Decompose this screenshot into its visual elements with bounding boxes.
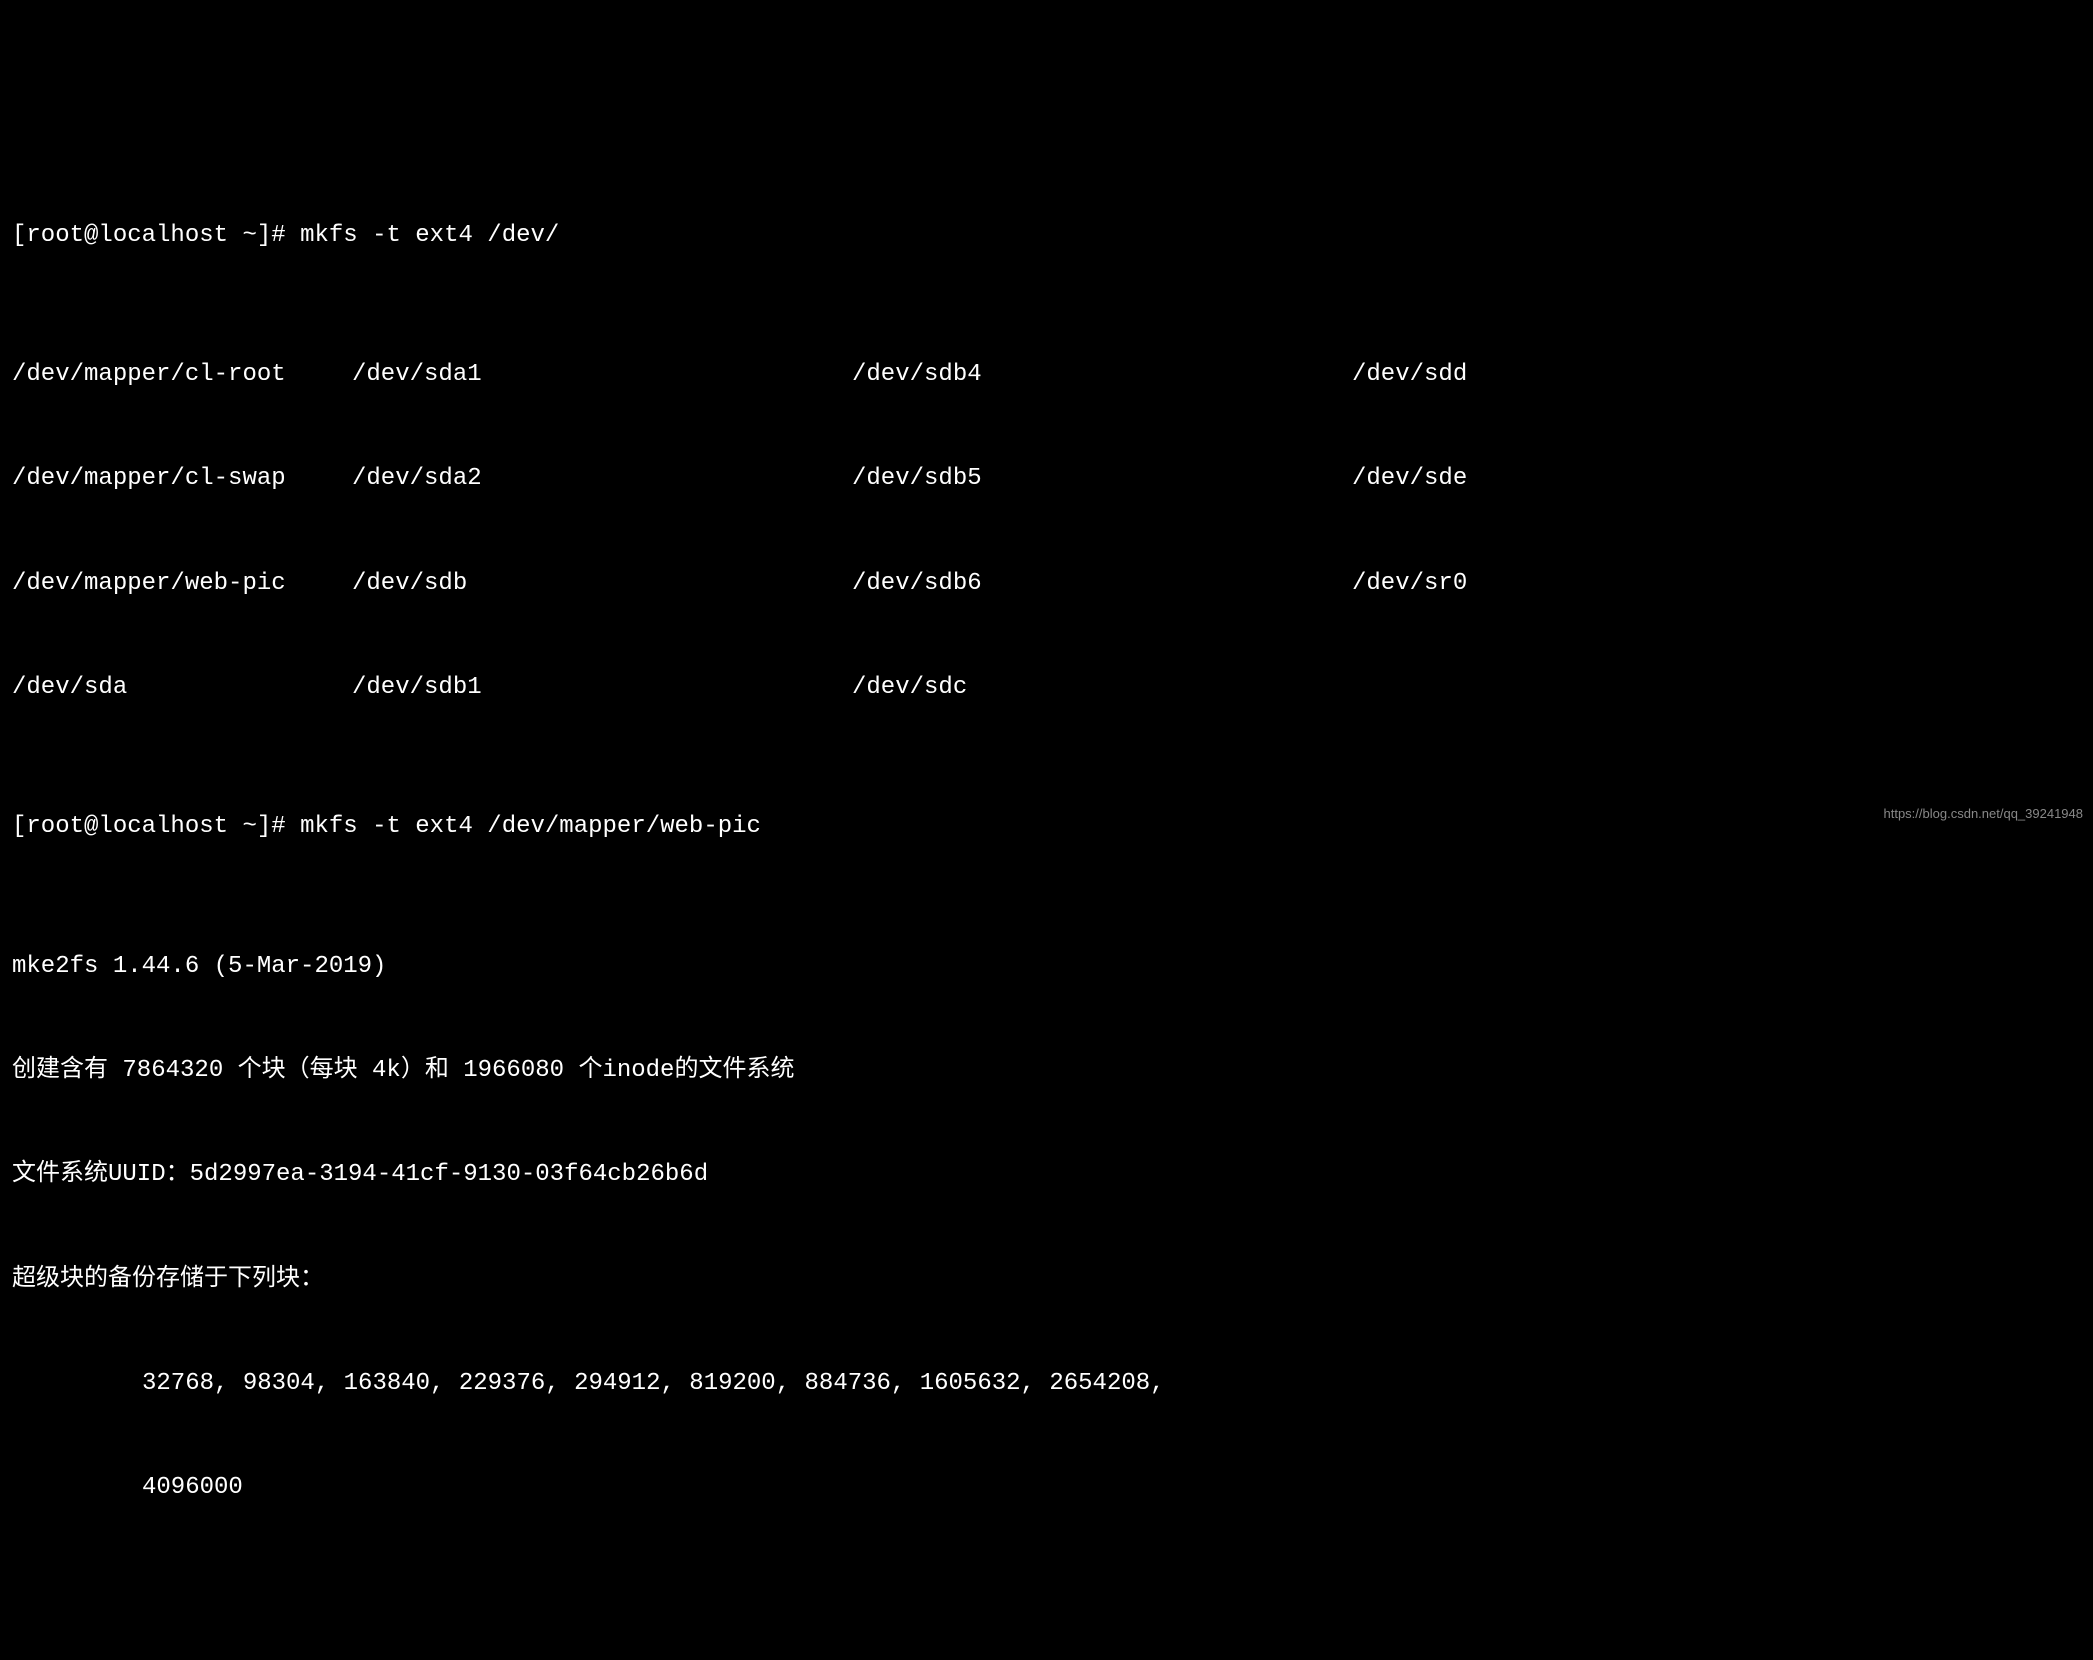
device-entry: /dev/sdb5 [852,462,1352,497]
device-entry: /dev/sda2 [352,462,852,497]
command-line-1: [root@localhost ~]# mkfs -t ext4 /dev/ [12,219,2081,254]
output-line: 4096000 [12,1471,2081,1506]
device-entry: /dev/mapper/cl-root [12,358,352,393]
output-line: mke2fs 1.44.6 (5-Mar-2019) [12,950,2081,985]
output-line: 创建含有 7864320 个块（每块 4k）和 1966080 个inode的文… [12,1054,2081,1089]
device-entry: /dev/sdb [352,567,852,602]
device-row: /dev/mapper/cl-swap /dev/sda2 /dev/sdb5 … [12,462,2081,497]
device-entry: /dev/sr0 [1352,567,1467,602]
device-entry: /dev/sdc [852,671,1352,706]
prompt: [root@localhost ~]# [12,813,286,840]
output-line: 超级块的备份存储于下列块： [12,1263,2081,1298]
device-row: /dev/sda /dev/sdb1 /dev/sdc [12,671,2081,706]
command-line-2: [root@localhost ~]# mkfs -t ext4 /dev/ma… [12,810,2081,845]
device-row: /dev/mapper/cl-root /dev/sda1 /dev/sdb4 … [12,358,2081,393]
device-entry: /dev/mapper/cl-swap [12,462,352,497]
device-entry: /dev/sdd [1352,358,1467,393]
device-entry: /dev/sdb6 [852,567,1352,602]
output-line: 文件系统UUID：5d2997ea-3194-41cf-9130-03f64cb… [12,1158,2081,1193]
device-entry: /dev/sdb1 [352,671,852,706]
blank-line [12,1576,2081,1611]
command-text: mkfs -t ext4 /dev/mapper/web-pic [300,813,761,840]
terminal-output: [root@localhost ~]# mkfs -t ext4 /dev/ /… [12,149,2081,1660]
device-entry: /dev/sde [1352,462,1467,497]
device-entry: /dev/sda [12,671,352,706]
watermark-text: https://blog.csdn.net/qq_39241948 [1884,805,2084,824]
device-row: /dev/mapper/web-pic /dev/sdb /dev/sdb6 /… [12,567,2081,602]
prompt: [root@localhost ~]# [12,222,286,249]
device-entry: /dev/sda1 [352,358,852,393]
device-entry: /dev/sdb4 [852,358,1352,393]
device-entry: /dev/mapper/web-pic [12,567,352,602]
command-text: mkfs -t ext4 /dev/ [300,222,559,249]
output-line: 32768, 98304, 163840, 229376, 294912, 81… [12,1367,2081,1402]
